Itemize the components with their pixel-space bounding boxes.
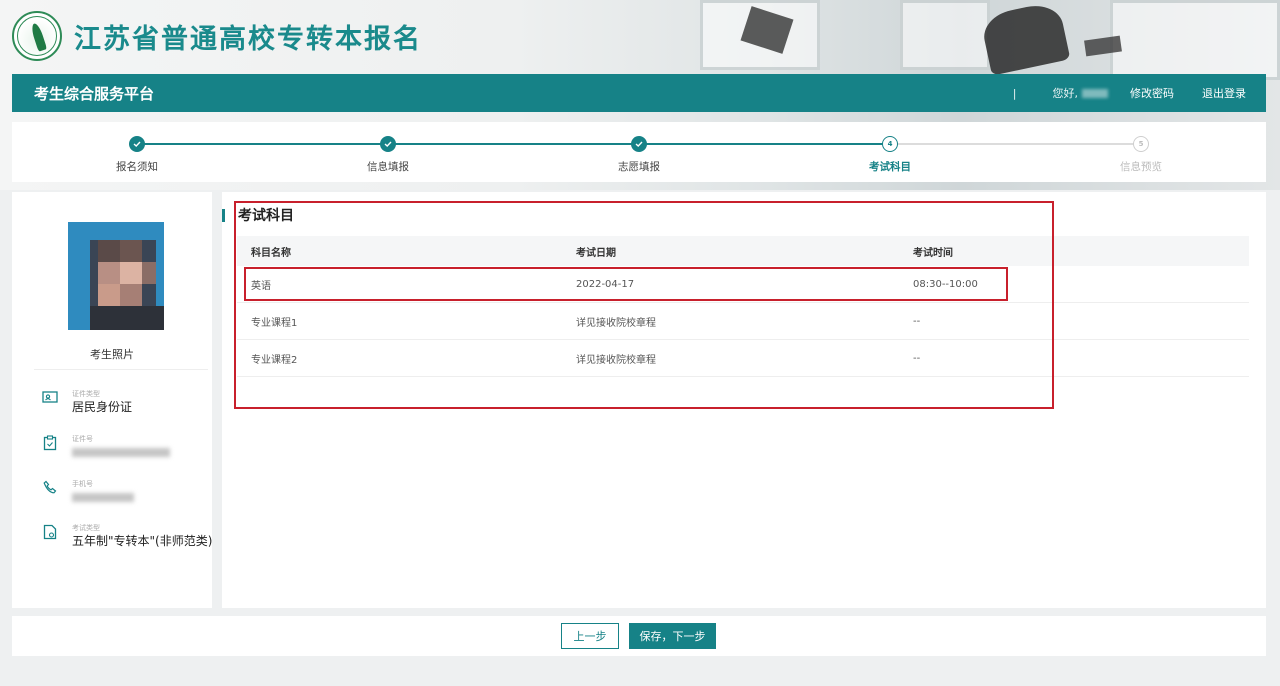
- check-icon: [129, 136, 145, 152]
- section-accent: [222, 209, 225, 222]
- phone-blurred: [72, 493, 134, 502]
- school-logo-icon: [12, 11, 62, 61]
- graduation-cap-image: [979, 0, 1071, 76]
- step-4: 4 考试科目: [820, 136, 960, 174]
- info-phone: 手机号: [40, 480, 134, 502]
- document-settings-icon: [40, 524, 60, 549]
- change-password-link[interactable]: 修改密码: [1130, 85, 1174, 101]
- exam-type-value: 五年制"专转本"(非师范类): [72, 534, 213, 548]
- banner-window: [900, 0, 990, 70]
- exam-type-label: 考试类型: [72, 524, 100, 532]
- id-type-label: 证件类型: [72, 390, 100, 398]
- banner-window: [1110, 0, 1280, 80]
- brand: 江苏省普通高校专转本报名: [12, 10, 422, 62]
- step-number: 4: [882, 136, 898, 152]
- previous-step-button[interactable]: 上一步: [561, 623, 619, 649]
- logout-link[interactable]: 退出登录: [1202, 85, 1246, 101]
- phone-icon: [40, 480, 60, 502]
- step-label: 信息预览: [1120, 161, 1162, 173]
- step-3: 志愿填报: [569, 136, 709, 174]
- step-5: 5 信息预览: [1071, 136, 1211, 174]
- step-line-done: [137, 143, 890, 145]
- check-icon: [631, 136, 647, 152]
- clipboard-icon: [40, 435, 60, 457]
- candidate-photo: [68, 212, 174, 330]
- step-1: 报名须知: [67, 136, 207, 174]
- phone-label: 手机号: [72, 480, 93, 488]
- id-number-label: 证件号: [72, 435, 93, 443]
- platform-title: 考生综合服务平台: [34, 84, 155, 103]
- greeting-text: 您好,: [1052, 87, 1079, 100]
- annotation-box-english-row: [244, 267, 1008, 301]
- site-title: 江苏省普通高校专转本报名: [74, 23, 422, 55]
- user-menu: | 您好, 修改密码 退出登录: [1013, 85, 1246, 101]
- step-number: 5: [1133, 136, 1149, 152]
- id-card-icon: [40, 390, 60, 415]
- candidate-profile-panel: 考生照片 证件类型 居民身份证 证件号 手机号 考试类型 五年制"专转本"(非师…: [12, 192, 212, 608]
- exam-subjects-panel: 考试科目 科目名称 考试日期 考试时间 英语 2022-04-17 08:30-…: [222, 192, 1266, 608]
- info-id-number: 证件号: [40, 435, 170, 457]
- progress-steps: 报名须知 信息填报 志愿填报 4 考试科目 5 信息预览: [12, 122, 1266, 182]
- photo-label: 考生照片: [90, 348, 134, 361]
- step-label: 考试科目: [869, 161, 911, 173]
- divider: [34, 369, 208, 370]
- info-exam-type: 考试类型 五年制"专转本"(非师范类): [40, 524, 212, 549]
- step-label: 信息填报: [367, 161, 409, 173]
- annotation-box-outer: [234, 201, 1054, 409]
- id-number-blurred: [72, 448, 170, 457]
- info-id-type: 证件类型 居民身份证: [40, 390, 132, 415]
- step-2: 信息填报: [318, 136, 458, 174]
- footer-actions: 上一步 保存，下一步: [12, 616, 1266, 656]
- top-nav-bar: 考生综合服务平台 | 您好, 修改密码 退出登录: [12, 74, 1266, 112]
- nav-separator: |: [1012, 86, 1017, 100]
- user-name-blurred: [1082, 88, 1108, 98]
- id-type-value: 居民身份证: [72, 400, 133, 414]
- save-next-button[interactable]: 保存，下一步: [629, 623, 716, 649]
- step-label: 志愿填报: [618, 161, 660, 173]
- check-icon: [380, 136, 396, 152]
- step-label: 报名须知: [116, 161, 158, 173]
